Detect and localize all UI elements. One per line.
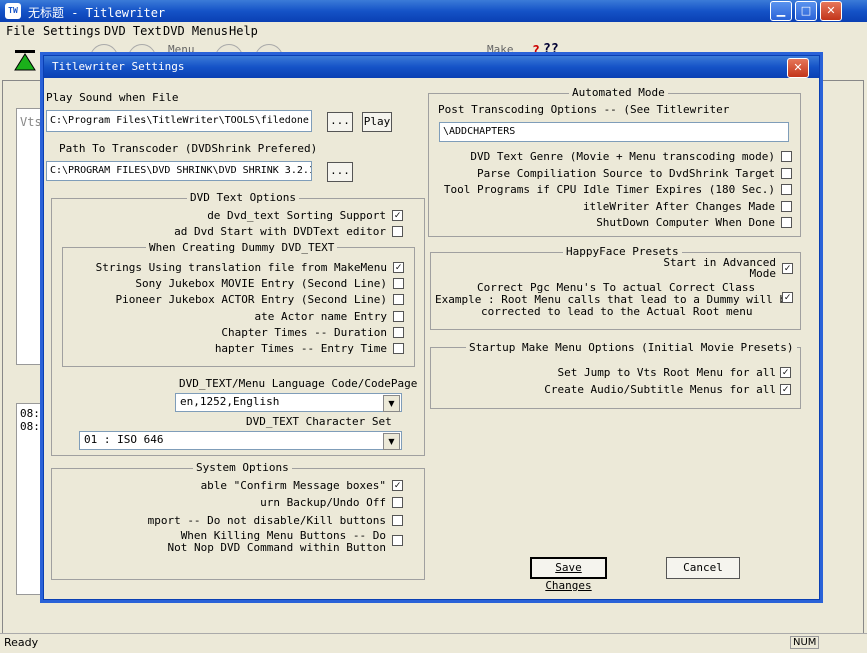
maximize-button[interactable]: □ <box>795 1 817 21</box>
advanced-mode-label-1: Start in Advanced <box>663 257 776 268</box>
chapter-entry-label: hapter Times -- Entry Time <box>214 342 387 355</box>
pioneer-jukebox-checkbox[interactable] <box>393 294 404 305</box>
sorting-checkbox[interactable]: ✓ <box>392 210 403 221</box>
green-arrow-icon[interactable] <box>12 48 38 74</box>
save-changes-button[interactable]: Save Changes <box>530 557 607 592</box>
character-set-select[interactable]: 01 : ISO 646 ▼ <box>79 431 402 450</box>
import-checkbox[interactable] <box>392 515 403 526</box>
sony-jukebox-label: Sony Jukebox MOVIE Entry (Second Line) <box>135 277 387 290</box>
menu-dvd-menus[interactable]: DVD Menus <box>163 24 228 38</box>
killing-buttons-checkbox[interactable] <box>392 535 403 546</box>
transcoder-path-input[interactable]: C:\PROGRAM FILES\DVD SHRINK\DVD SHRINK 3… <box>46 161 312 181</box>
chapter-duration-label: Chapter Times -- Duration <box>221 326 387 339</box>
dvd-text-genre-checkbox[interactable] <box>781 151 792 162</box>
advanced-mode-checkbox[interactable]: ✓ <box>782 263 793 274</box>
chevron-down-icon[interactable]: ▼ <box>383 395 400 412</box>
automated-mode-title: Automated Mode <box>569 86 668 99</box>
sorting-label: de Dvd_text Sorting Support <box>207 209 386 222</box>
idle-timer-checkbox[interactable] <box>781 184 792 195</box>
killing-buttons-label-2: Not Nop DVD Command within Button <box>167 541 386 554</box>
close-button[interactable]: ✕ <box>820 1 842 21</box>
shutdown-label: ShutDown Computer When Done <box>596 216 775 229</box>
menu-help[interactable]: Help <box>229 24 258 38</box>
dialog-title-bar: Titlewriter Settings ✕ <box>44 56 819 78</box>
minimize-button[interactable]: ▁ <box>770 1 792 21</box>
menu-bar: File Settings DVD Text DVD Menus Help <box>0 22 867 40</box>
jump-vts-checkbox[interactable]: ✓ <box>780 367 791 378</box>
confirm-messages-label: able "Confirm Message boxes" <box>200 479 386 492</box>
backup-undo-checkbox[interactable] <box>392 497 403 508</box>
menu-file[interactable]: File <box>6 24 35 38</box>
dvd-text-genre-label: DVD Text Genre (Movie + Menu transcoding… <box>470 150 775 163</box>
menu-settings[interactable]: Settings <box>43 24 101 38</box>
status-text: Ready <box>4 636 39 649</box>
num-lock-indicator: NUM <box>790 636 820 649</box>
character-set-label: DVD_TEXT Character Set <box>246 415 392 428</box>
transcoder-label: Path To Transcoder (DVDShrink Prefered) <box>59 142 318 155</box>
translation-checkbox[interactable]: ✓ <box>393 262 404 273</box>
cancel-button[interactable]: Cancel <box>666 557 740 579</box>
play-button[interactable]: Play <box>362 112 392 132</box>
idle-timer-label: wn Tool Programs if CPU Idle Timer Expir… <box>439 183 775 196</box>
play-sound-browse-button[interactable]: ... <box>327 112 353 132</box>
menu-dvd-text[interactable]: DVD Text <box>104 24 162 38</box>
system-options-title: System Options <box>193 461 292 474</box>
post-transcoding-input[interactable]: \ADDCHAPTERS <box>439 122 789 142</box>
sony-jukebox-checkbox[interactable] <box>393 278 404 289</box>
translation-label: Strings Using translation file from Make… <box>95 261 387 274</box>
shutdown-checkbox[interactable] <box>781 217 792 228</box>
pioneer-jukebox-label: Pioneer Jukebox ACTOR Entry (Second Line… <box>115 293 387 306</box>
actor-name-checkbox[interactable] <box>393 311 404 322</box>
language-code-label: DVD_TEXT/Menu Language Code/CodePage <box>179 377 418 390</box>
transcoder-browse-button[interactable]: ... <box>327 162 353 182</box>
after-changes-checkbox[interactable] <box>781 201 792 212</box>
vts-label: Vts <box>20 115 42 129</box>
main-title-bar: TW 无标题 - Titlewriter ▁ □ ✕ <box>0 0 867 22</box>
parse-compilation-label: Parse Compiliation Source to DvdShrink T… <box>476 167 775 180</box>
correct-pgc-label-3: corrected to lead to the Actual Root men… <box>481 305 753 318</box>
language-code-select[interactable]: en,1252,English ▼ <box>175 393 402 412</box>
startup-options-title: Startup Make Menu Options (Initial Movie… <box>466 341 797 354</box>
backup-undo-label: urn Backup/Undo Off <box>260 496 386 509</box>
play-sound-path-input[interactable]: C:\Program Files\TitleWriter\TOOLS\filed… <box>46 110 312 132</box>
actor-name-label: ate Actor name Entry <box>254 310 387 323</box>
advanced-mode-label-2: Mode <box>749 268 777 279</box>
confirm-messages-checkbox[interactable]: ✓ <box>392 480 403 491</box>
play-sound-label: Play Sound when File <box>46 91 179 104</box>
create-audio-label: Create Audio/Subtitle Menus for all <box>544 383 776 396</box>
app-icon: TW <box>5 3 21 19</box>
status-bar: Ready NUM <box>0 633 867 653</box>
dialog-title: Titlewriter Settings <box>52 60 185 73</box>
chevron-down-icon[interactable]: ▼ <box>383 433 400 450</box>
dvdtext-start-checkbox[interactable] <box>392 226 403 237</box>
post-transcoding-label: Post Transcoding Options -- (See Titlewr… <box>438 103 730 116</box>
import-label: mport -- Do not disable/Kill buttons <box>147 514 386 527</box>
parse-compilation-checkbox[interactable] <box>781 168 792 179</box>
after-changes-label: itleWriter After Changes Made <box>582 200 775 213</box>
dialog-close-button[interactable]: ✕ <box>787 58 809 78</box>
create-audio-checkbox[interactable]: ✓ <box>780 384 791 395</box>
chapter-entry-checkbox[interactable] <box>393 343 404 354</box>
main-window-title: 无标题 - Titlewriter <box>28 6 166 20</box>
dvd-text-options-title: DVD Text Options <box>187 191 299 204</box>
dummy-dvdtext-title: When Creating Dummy DVD_TEXT <box>146 241 338 254</box>
chapter-duration-checkbox[interactable] <box>393 327 404 338</box>
correct-pgc-checkbox[interactable]: ✓ <box>782 292 793 303</box>
settings-dialog: Titlewriter Settings ✕ Play Sound when F… <box>43 55 820 600</box>
jump-vts-label: Set Jump to Vts Root Menu for all <box>557 366 776 379</box>
dvdtext-start-label: ad Dvd Start with DVDText editor <box>174 225 386 238</box>
